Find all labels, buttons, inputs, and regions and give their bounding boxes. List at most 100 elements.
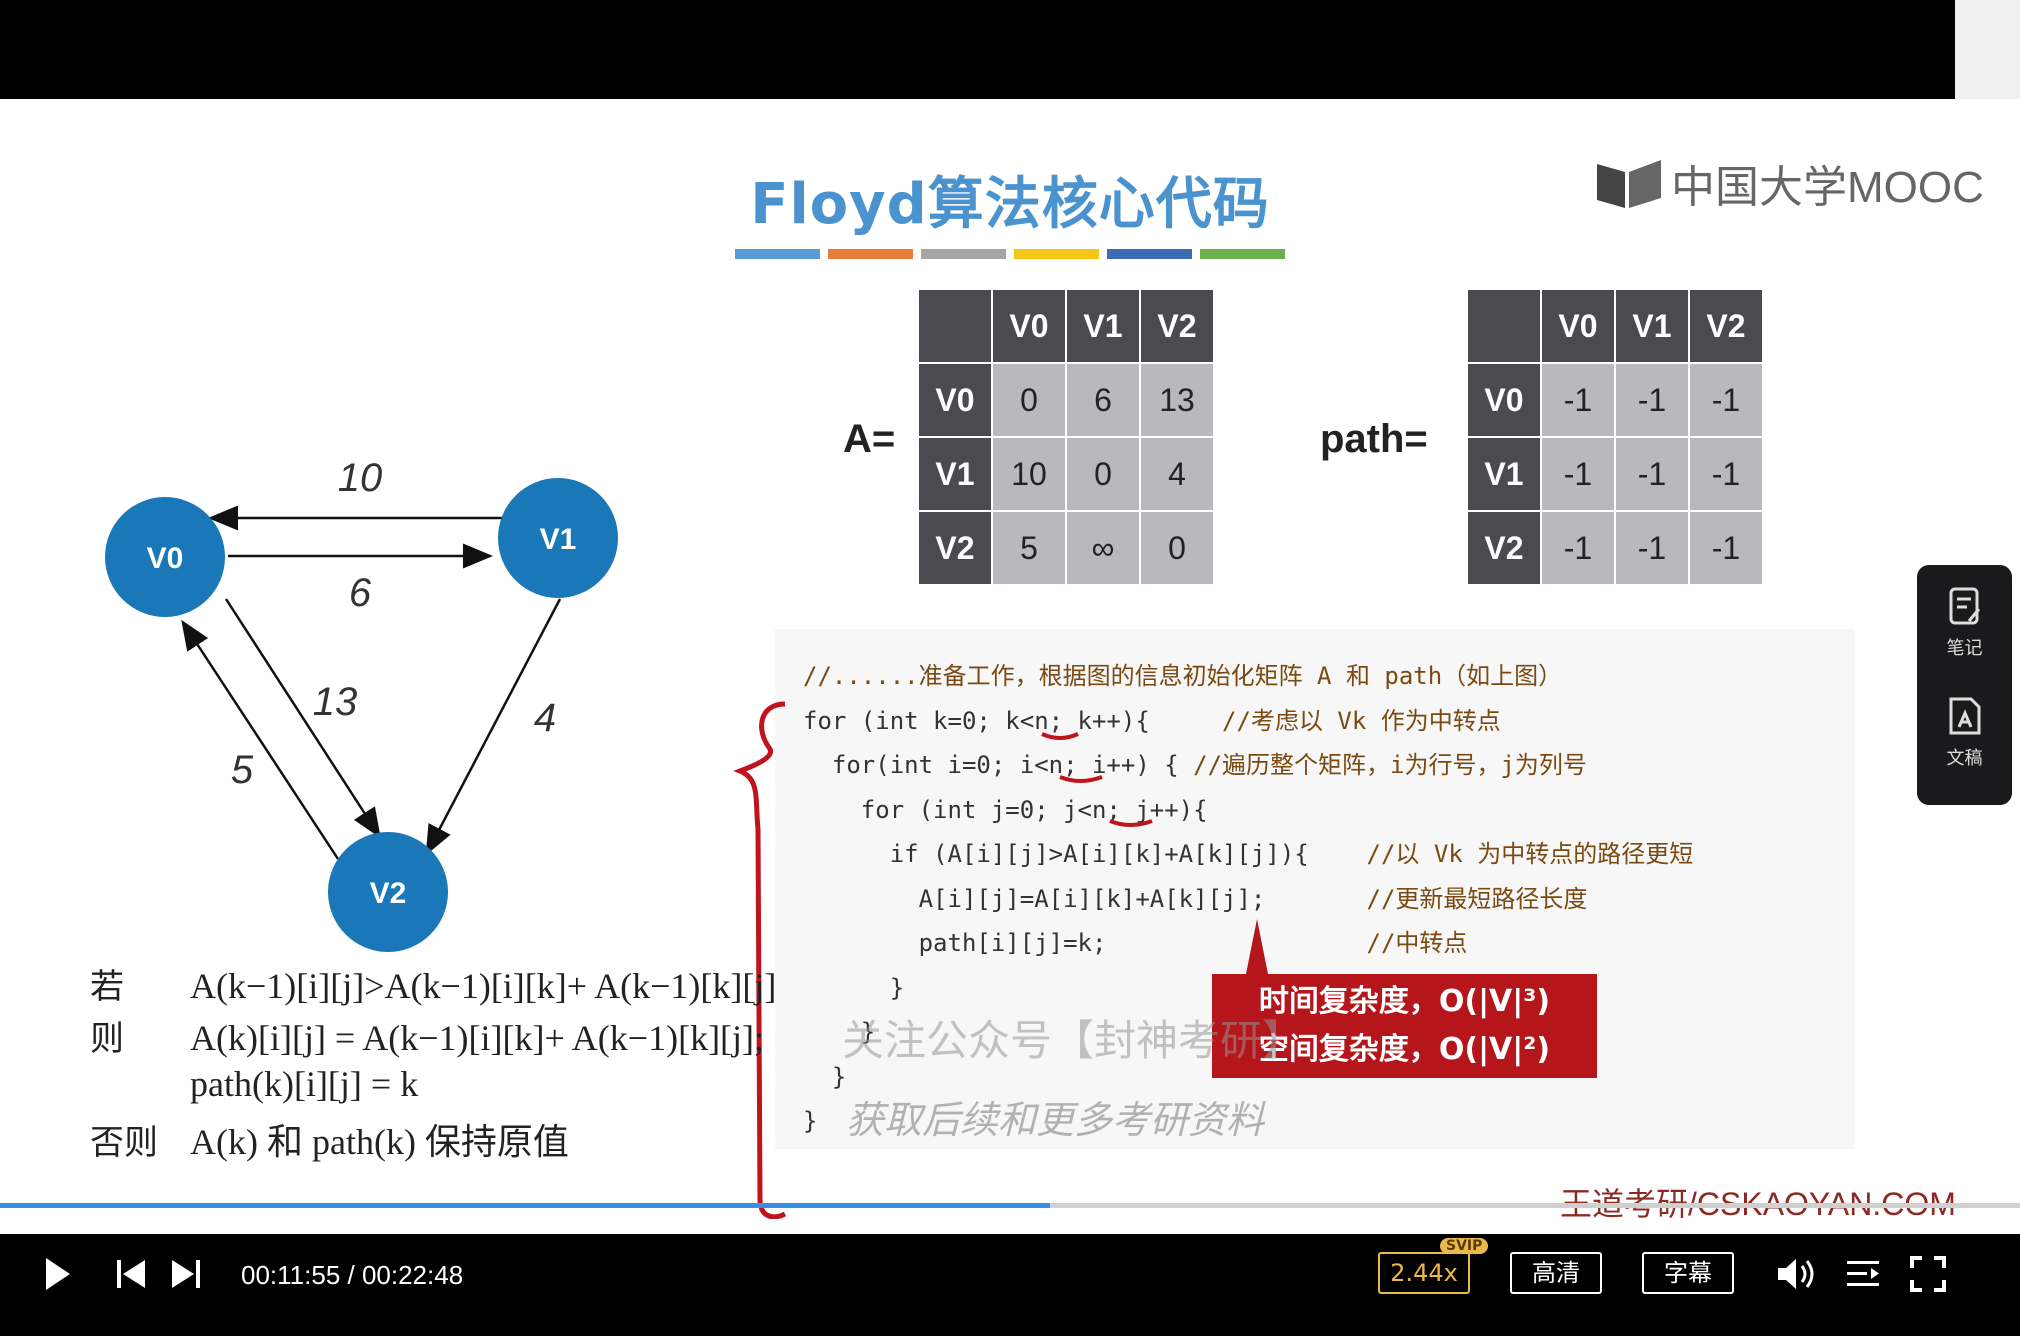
underline-mark: [1041, 732, 1079, 740]
logo-text: 中国大学MOOC: [1671, 163, 1984, 212]
col-header: V2: [1688, 288, 1764, 364]
progress-bar[interactable]: [0, 1203, 2020, 1208]
speed-button[interactable]: 2.44x: [1378, 1252, 1470, 1294]
playlist-icon[interactable]: [1845, 1258, 1881, 1290]
col-header: V1: [1065, 288, 1141, 364]
underline-mark: [1059, 775, 1103, 783]
side-panel: 笔记 文稿: [1917, 565, 2012, 805]
fullscreen-icon[interactable]: [1910, 1256, 1946, 1292]
formula-label: 若: [90, 967, 124, 1007]
formula-expr: A(k−1)[i][j]>A(k−1)[i][k]+ A(k−1)[k][j]: [190, 966, 777, 1006]
col-header: V2: [1139, 288, 1215, 364]
svip-badge: SVIP: [1440, 1238, 1489, 1254]
formula-else: 否则 A(k) 和 path(k) 保持原值: [90, 1113, 569, 1165]
col-header: V1: [1614, 288, 1690, 364]
edge-label-13: 13: [313, 680, 358, 724]
edge-label-10: 10: [338, 456, 383, 500]
matrix-cell: -1: [1540, 436, 1616, 512]
play-icon[interactable]: [42, 1256, 72, 1292]
time-separator: /: [340, 1260, 362, 1290]
matrix-cell: -1: [1540, 362, 1616, 438]
notes-icon: [1949, 587, 1980, 625]
color-bar: [1014, 249, 1099, 259]
node-label-v1: V1: [540, 523, 577, 556]
row-header: V1: [917, 436, 993, 512]
matrix-corner: [1466, 288, 1542, 364]
code-line: //......准备工作，根据图的信息初始化矩阵 A 和 path（如上图）: [803, 662, 1563, 690]
code-comment: //中转点: [1366, 929, 1468, 957]
matrix-cell: 0: [1139, 510, 1215, 586]
graph-diagram: V0 V1 V2 10 6 13 4 5: [105, 456, 618, 952]
matrix-cell: 0: [1065, 436, 1141, 512]
video-frame[interactable]: Floyd算法核心代码 中国大学MOOC V0 V1 V2 10 6 13 4 …: [0, 99, 2020, 1234]
formula-then: 则 A(k)[i][j] = A(k−1)[i][k]+ A(k−1)[k][j]…: [90, 1011, 764, 1060]
color-bar: [735, 249, 820, 259]
matrix-a-label: A=: [843, 417, 896, 461]
row-header: V0: [1466, 362, 1542, 438]
col-header: V0: [1540, 288, 1616, 364]
col-header: V0: [991, 288, 1067, 364]
document-icon: [1949, 697, 1980, 735]
matrix-path-label: path=: [1320, 417, 1428, 461]
book-logo-icon: [1597, 160, 1661, 208]
edge-label-6: 6: [349, 571, 372, 615]
matrix-cell: -1: [1688, 362, 1764, 438]
node-label-v0: V0: [147, 542, 184, 575]
next-icon[interactable]: [170, 1258, 202, 1290]
color-bar: [1107, 249, 1192, 259]
watermark-text: 获取后续和更多考研资料: [846, 1098, 1265, 1142]
notes-button[interactable]: 笔记: [1917, 585, 2012, 660]
code-comment: //更新最短路径长度: [1366, 884, 1588, 913]
matrix-cell: -1: [1688, 436, 1764, 512]
matrix-cell: -1: [1614, 362, 1690, 438]
matrix-path: V0 V1 V2 V0 -1 -1 -1 V1 -1 -1 -1 V2 -1 -…: [1466, 288, 1764, 586]
docs-label: 文稿: [1946, 748, 1983, 769]
notes-label: 笔记: [1946, 638, 1983, 659]
time-display: 00:11:55 / 00:22:48: [241, 1260, 463, 1291]
matrix-cell: -1: [1614, 510, 1690, 586]
node-label-v2: V2: [370, 877, 407, 910]
matrix-cell: 6: [1065, 362, 1141, 438]
footer-brand: 王道考研/CSKAOYAN.COM: [1560, 1186, 1956, 1222]
quality-button[interactable]: 高清: [1510, 1252, 1602, 1294]
matrix-cell: -1: [1540, 510, 1616, 586]
current-time: 00:11:55: [241, 1260, 341, 1290]
progress-fill: [0, 1203, 1051, 1208]
matrix-cell: 5: [991, 510, 1067, 586]
watermark-text: 关注公众号【封神考研】: [842, 1016, 1305, 1065]
matrix-cell: -1: [1688, 510, 1764, 586]
formula-if: 若 A(k−1)[i][j]>A(k−1)[i][k]+ A(k−1)[k][j]: [90, 959, 776, 1008]
formula-label: 否则: [90, 1123, 158, 1163]
color-bar: [1200, 249, 1285, 259]
docs-button[interactable]: 文稿: [1917, 695, 2012, 770]
matrix-cell: 4: [1139, 436, 1215, 512]
color-bars: [735, 249, 1285, 259]
formula-expr: A(k) 和 path(k) 保持原值: [190, 1122, 569, 1162]
matrix-cell: ∞: [1065, 510, 1141, 586]
color-bar: [921, 249, 1006, 259]
edge-label-5: 5: [231, 748, 254, 792]
matrix-a: V0 V1 V2 V0 0 6 13 V1 10 0 4 V2 5 ∞ 0: [917, 288, 1215, 586]
matrix-cell: 13: [1139, 362, 1215, 438]
matrix-cell: 10: [991, 436, 1067, 512]
matrix-cell: -1: [1614, 436, 1690, 512]
mooc-logo: 中国大学MOOC: [1595, 151, 1984, 215]
edge-v2-v0: [181, 619, 340, 860]
row-header: V2: [1466, 510, 1542, 586]
volume-icon[interactable]: [1776, 1256, 1818, 1292]
subtitle-button[interactable]: 字幕: [1642, 1252, 1734, 1294]
previous-icon[interactable]: [115, 1258, 147, 1290]
formula-path: path(k)[i][j] = k: [190, 1064, 419, 1104]
formula-expr: A(k)[i][j] = A(k−1)[i][k]+ A(k−1)[k][j];: [190, 1018, 765, 1058]
underline-mark: [1109, 819, 1153, 827]
row-header: V1: [1466, 436, 1542, 512]
player-controls: 00:11:55 / 00:22:48 2.44x SVIP 高清 字幕: [0, 1234, 2020, 1336]
code-comment: //以 Vk 为中转点的路径更短: [1366, 840, 1694, 868]
total-time: 00:22:48: [361, 1260, 464, 1290]
edge-label-4: 4: [534, 696, 556, 740]
row-header: V0: [917, 362, 993, 438]
matrix-corner: [917, 288, 993, 364]
color-bar: [828, 249, 913, 259]
row-header: V2: [917, 510, 993, 586]
matrix-cell: 0: [991, 362, 1067, 438]
